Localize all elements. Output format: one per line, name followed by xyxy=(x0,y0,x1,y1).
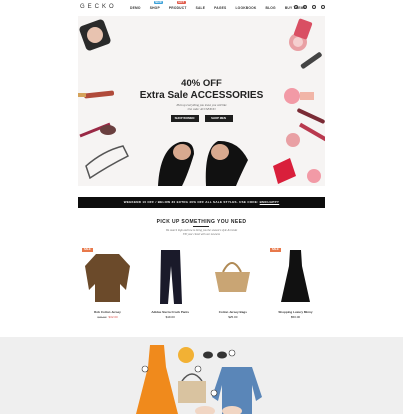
product-image[interactable] xyxy=(205,246,261,308)
product-price: $19.00 xyxy=(143,315,198,319)
product-image[interactable]: SALE xyxy=(267,246,323,308)
shop-men-button[interactable]: SHOP MEN xyxy=(204,115,233,122)
lookbook-section xyxy=(0,337,403,414)
product-card[interactable]: SALE Rob Cotton Jersey $39.90 $32.00 xyxy=(80,246,135,319)
lookbook-illustration xyxy=(136,345,262,414)
promo-bar: WEEKEND 10 OFF / BELOW 30 EXTRA 40% OFF … xyxy=(78,197,325,208)
product-name[interactable]: Adidas Sierra Crock Pants xyxy=(143,310,198,314)
nav-item-shop[interactable]: SHOP NEW xyxy=(150,1,164,10)
hero-title: Extra Sale ACCESSORIES xyxy=(139,90,264,101)
nav-item-sale[interactable]: SALE xyxy=(196,6,206,10)
pants-image xyxy=(159,250,182,304)
price: $50.00 xyxy=(290,315,301,319)
hero-percent: 40% OFF xyxy=(181,78,222,89)
old-price: $39.90 xyxy=(97,315,107,319)
product-name[interactable]: Rob Cotton Jersey xyxy=(80,310,135,314)
nav-item-demo[interactable]: DEMO xyxy=(130,6,141,10)
shop-women-button[interactable]: SHOP WOMEN xyxy=(170,115,199,122)
hero-text: 40% OFF Extra Sale ACCESSORIES Pick up e… xyxy=(78,78,325,122)
section-subtitle: We search high and low to bring you the … xyxy=(0,229,403,237)
section-divider xyxy=(193,226,209,227)
nav-item-product[interactable]: PRODUCT HOT xyxy=(169,1,187,10)
bag-image xyxy=(215,262,251,292)
promo-code[interactable]: BMCHAPPY xyxy=(260,200,280,204)
product-price: $39.90 $32.00 xyxy=(80,315,135,319)
new-badge: NEW xyxy=(153,1,164,4)
product-card[interactable]: Cotton Jersey Bags $25.00 xyxy=(205,246,261,319)
hero-banner: 40% OFF Extra Sale ACCESSORIES Pick up e… xyxy=(78,16,325,186)
hero-subtitle-2: Use code: ACCSEXOO xyxy=(187,107,216,111)
product-name[interactable]: Cotton Jersey Bags xyxy=(205,310,260,314)
nav-item-blog[interactable]: BLOG xyxy=(265,6,275,10)
cart-icon[interactable] xyxy=(321,5,325,9)
product-image[interactable] xyxy=(142,246,198,308)
product-card[interactable]: Adidas Sierra Crock Pants $19.00 xyxy=(142,246,198,319)
heart-icon[interactable] xyxy=(312,5,316,9)
nav-item-lookbook[interactable]: LOOKBOOK xyxy=(235,6,256,10)
hero-buttons: SHOP WOMEN SHOP MEN xyxy=(78,115,325,122)
sale-badge: SALE xyxy=(82,248,93,252)
main-nav: DEMO SHOP NEW PRODUCT HOT SALE PAGES LOOKB… xyxy=(130,1,306,10)
price: $25.00 xyxy=(228,315,238,319)
sweater-image xyxy=(85,254,130,302)
sale-badge: SALE xyxy=(269,248,281,252)
hot-badge: HOT xyxy=(176,1,186,4)
product-image[interactable]: SALE xyxy=(80,246,135,308)
product-grid: SALE Rob Cotton Jersey $39.90 $32.00 Adid… xyxy=(80,246,323,319)
nav-item-pages[interactable]: PAGES xyxy=(214,6,226,10)
promo-text: WEEKEND 10 OFF / BELOW 30 EXTRA 40% OFF … xyxy=(123,200,260,204)
section-title: PICK UP SOMETHING YOU NEED xyxy=(156,219,247,225)
dress-image xyxy=(280,250,310,302)
site-logo[interactable]: GECKO xyxy=(80,4,117,10)
search-icon[interactable] xyxy=(294,5,298,9)
sale-price: $32.00 xyxy=(108,315,118,319)
product-card[interactable]: SALE Shopping Luxury Minny $50.00 xyxy=(267,246,323,319)
product-price: $50.00 xyxy=(268,315,323,319)
product-price: $25.00 xyxy=(205,315,260,319)
section-subtitle-2: Fill your closet with our newness xyxy=(182,233,221,236)
product-name[interactable]: Shopping Luxury Minny xyxy=(268,310,323,314)
header-icons xyxy=(294,5,325,9)
price: $19.00 xyxy=(165,315,175,319)
user-icon[interactable] xyxy=(303,5,307,9)
site-header: GECKO DEMO SHOP NEW PRODUCT HOT SALE PAGES… xyxy=(0,0,403,16)
